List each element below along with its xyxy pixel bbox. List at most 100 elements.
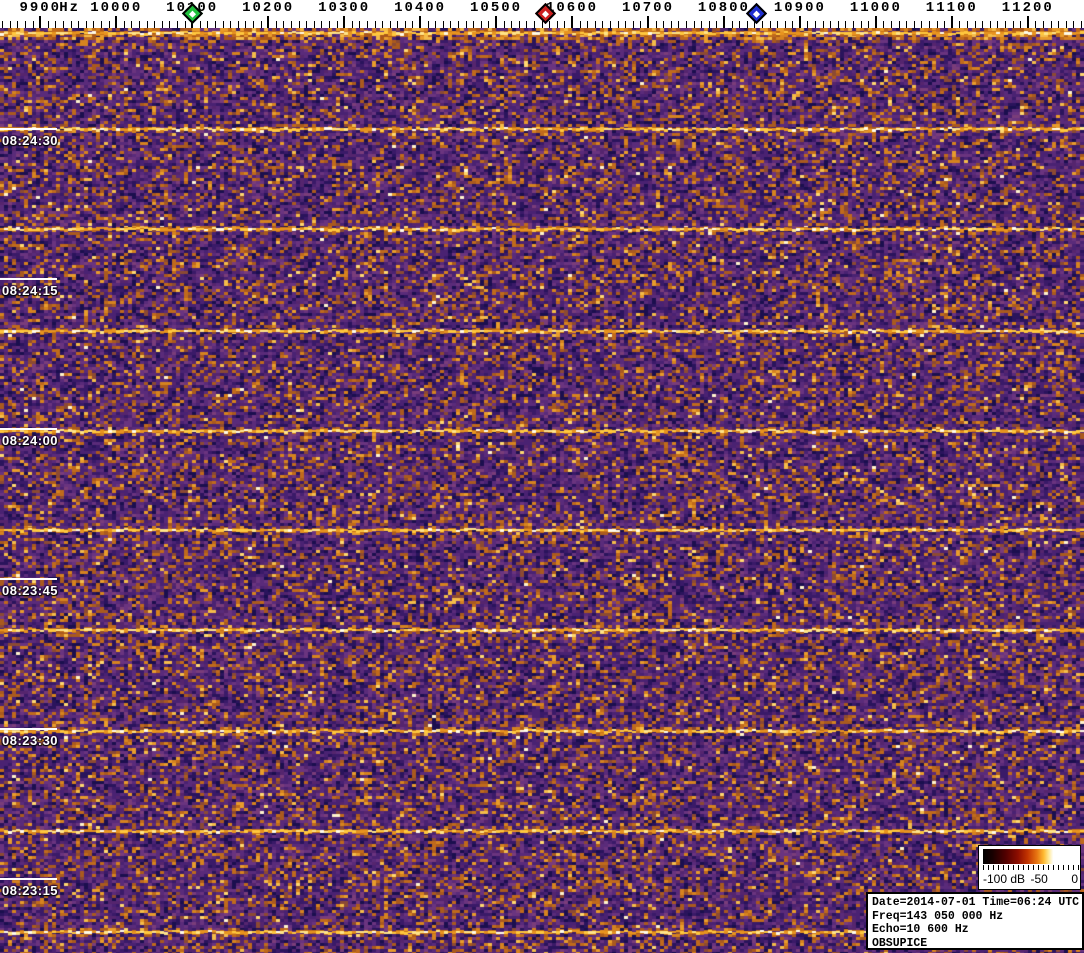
ruler-minor-tick xyxy=(739,21,741,28)
ruler-unit-label: Hz xyxy=(59,0,81,16)
ruler-minor-tick xyxy=(465,21,467,28)
ruler-minor-tick xyxy=(860,21,862,28)
ruler-minor-tick xyxy=(822,21,824,28)
frequency-ruler[interactable]: 9900100001010010200103001040010500106001… xyxy=(0,0,1084,28)
ruler-minor-tick xyxy=(549,21,551,28)
ruler-minor-tick xyxy=(503,21,505,28)
ruler-minor-tick xyxy=(845,21,847,28)
ruler-minor-tick xyxy=(245,21,247,28)
ruler-minor-tick xyxy=(85,21,87,28)
time-label: 08:24:30 xyxy=(2,133,59,148)
ruler-major-tick xyxy=(115,16,118,28)
ruler-minor-tick xyxy=(769,21,771,28)
colorbar-ticks xyxy=(983,865,1079,871)
ruler-minor-tick xyxy=(807,21,809,28)
ruler-minor-tick xyxy=(511,21,513,28)
ruler-minor-tick xyxy=(9,21,11,28)
ruler-minor-tick xyxy=(199,21,201,28)
info-echo: Echo=10 600 Hz xyxy=(872,923,969,936)
ruler-minor-tick xyxy=(913,21,915,28)
ruler-minor-tick xyxy=(761,21,763,28)
ruler-minor-tick xyxy=(526,21,528,28)
ruler-minor-tick xyxy=(17,21,19,28)
ruler-minor-tick xyxy=(1073,21,1075,28)
time-tick-line xyxy=(0,878,57,880)
ruler-minor-tick xyxy=(891,21,893,28)
ruler-minor-tick xyxy=(678,21,680,28)
ruler-minor-tick xyxy=(473,21,475,28)
ruler-major-tick xyxy=(39,16,42,28)
time-tick-line xyxy=(0,128,57,130)
ruler-minor-tick xyxy=(997,21,999,28)
ruler-minor-tick xyxy=(154,21,156,28)
ruler-minor-tick xyxy=(450,21,452,28)
ruler-minor-tick xyxy=(837,21,839,28)
ruler-minor-tick xyxy=(663,21,665,28)
ruler-frequency-label: 10900 xyxy=(773,0,826,16)
ruler-minor-tick xyxy=(366,21,368,28)
ruler-frequency-label: 9900 xyxy=(19,0,62,16)
ruler-minor-tick xyxy=(374,21,376,28)
ruler-minor-tick xyxy=(93,21,95,28)
ruler-minor-tick xyxy=(55,21,57,28)
ruler-minor-tick xyxy=(336,21,338,28)
ruler-minor-tick xyxy=(617,21,619,28)
ruler-minor-tick xyxy=(1035,21,1037,28)
ruler-minor-tick xyxy=(640,21,642,28)
ruler-minor-tick xyxy=(176,21,178,28)
ruler-minor-tick xyxy=(382,21,384,28)
info-station: OBSUPICE xyxy=(872,936,928,950)
ruler-minor-tick xyxy=(693,21,695,28)
ruler-minor-tick xyxy=(982,21,984,28)
ruler-minor-tick xyxy=(868,21,870,28)
ruler-minor-tick xyxy=(108,21,110,28)
ruler-minor-tick xyxy=(480,21,482,28)
ruler-frequency-label: 11000 xyxy=(849,0,902,16)
colorbar-legend: -100 dB -50 0 xyxy=(978,845,1081,890)
ruler-minor-tick xyxy=(579,21,581,28)
ruler-minor-tick xyxy=(929,21,931,28)
ruler-minor-tick xyxy=(359,21,361,28)
ruler-minor-tick xyxy=(184,21,186,28)
ruler-minor-tick xyxy=(784,21,786,28)
ruler-minor-tick xyxy=(458,21,460,28)
marker-inner-diamond xyxy=(541,9,549,18)
ruler-minor-tick xyxy=(716,21,718,28)
ruler-minor-tick xyxy=(47,21,49,28)
ruler-frequency-label: 10200 xyxy=(242,0,295,16)
ruler-major-tick xyxy=(646,16,649,28)
ruler-minor-tick xyxy=(594,21,596,28)
ruler-minor-tick xyxy=(427,21,429,28)
ruler-minor-tick xyxy=(351,21,353,28)
colorbar-labels: -100 dB -50 0 xyxy=(983,872,1078,887)
ruler-minor-tick xyxy=(131,21,133,28)
ruler-minor-tick xyxy=(944,21,946,28)
ruler-frequency-label: 11200 xyxy=(1001,0,1054,16)
ruler-minor-tick xyxy=(169,21,171,28)
ruler-minor-tick xyxy=(321,21,323,28)
ruler-minor-tick xyxy=(1080,21,1082,28)
ruler-minor-tick xyxy=(70,21,72,28)
ruler-minor-tick xyxy=(609,21,611,28)
ruler-major-tick xyxy=(419,16,422,28)
ruler-minor-tick xyxy=(685,21,687,28)
ruler-minor-tick xyxy=(921,21,923,28)
ruler-minor-tick xyxy=(556,21,558,28)
spectrogram-canvas[interactable] xyxy=(0,28,1084,953)
ruler-minor-tick xyxy=(123,21,125,28)
ruler-minor-tick xyxy=(161,21,163,28)
ruler-minor-tick xyxy=(746,21,748,28)
ruler-minor-tick xyxy=(1020,21,1022,28)
ruler-minor-tick xyxy=(989,21,991,28)
ruler-minor-tick xyxy=(625,21,627,28)
ruler-minor-tick xyxy=(1065,21,1067,28)
ruler-minor-tick xyxy=(518,21,520,28)
colorbar-label-mid: -50 xyxy=(1030,872,1048,886)
ruler-frequency-label: 10500 xyxy=(470,0,523,16)
ruler-minor-tick xyxy=(260,21,262,28)
ruler-minor-tick xyxy=(442,21,444,28)
ruler-minor-tick xyxy=(435,21,437,28)
ruler-minor-tick xyxy=(655,21,657,28)
ruler-minor-tick xyxy=(632,21,634,28)
time-label: 08:23:30 xyxy=(2,733,59,748)
